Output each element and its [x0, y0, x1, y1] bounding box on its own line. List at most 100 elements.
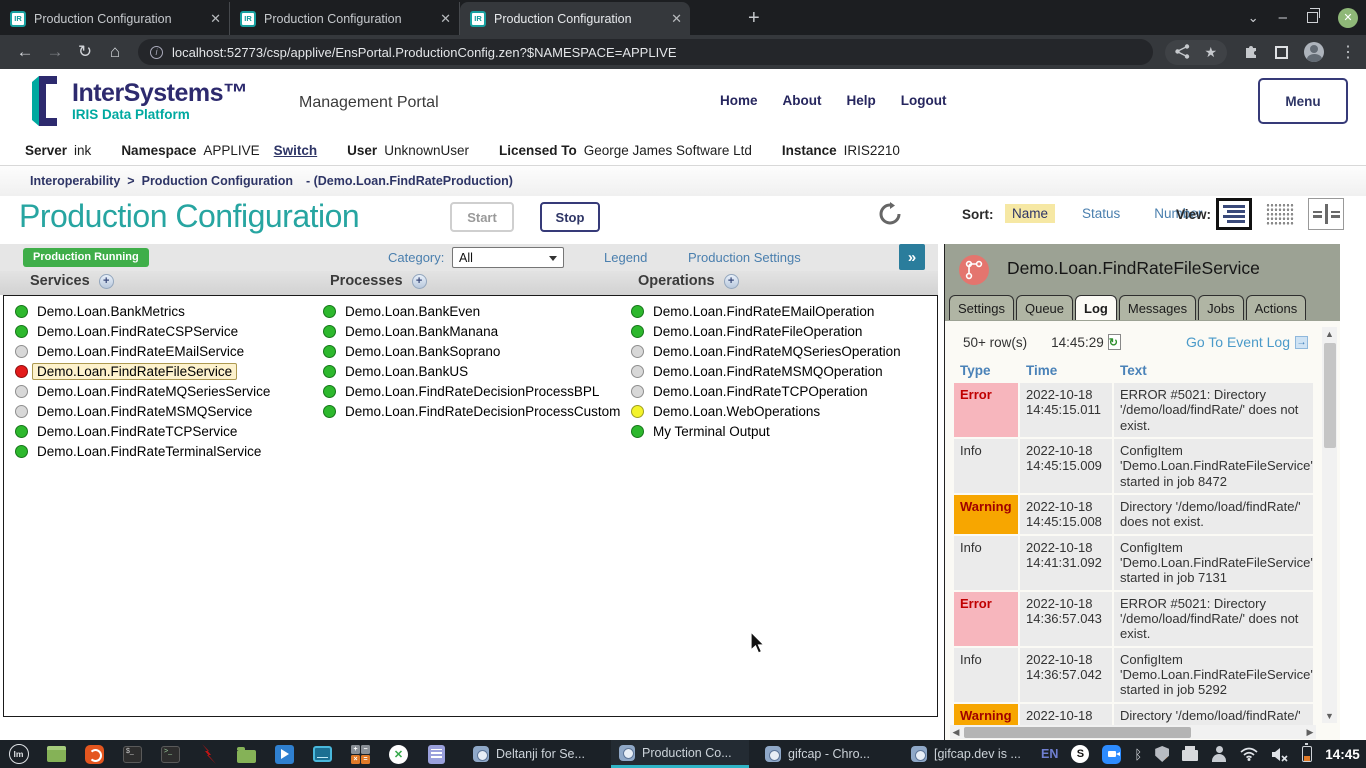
scroll-left-icon[interactable]: ◀	[950, 725, 962, 739]
security-shield-icon[interactable]	[1155, 746, 1169, 762]
printer-icon[interactable]	[1182, 750, 1198, 761]
panel-tab[interactable]: Actions	[1246, 295, 1307, 320]
service-name[interactable]: Demo.Loan.FindRateEMailService	[37, 344, 244, 359]
service-name[interactable]: Demo.Loan.FindRateTerminalService	[37, 444, 261, 459]
service-name[interactable]: Demo.Loan.FindRateCSPService	[37, 324, 238, 339]
auto-refresh-icon[interactable]: ↻	[1108, 334, 1121, 350]
operation-item[interactable]: Demo.Loan.WebOperations	[631, 401, 901, 421]
zoom-icon[interactable]	[1102, 745, 1121, 764]
log-row[interactable]: Error 2022-10-18 14:45:15.011 ERROR #502…	[954, 383, 1313, 437]
scroll-down-icon[interactable]: ▼	[1322, 709, 1337, 723]
col-type[interactable]: Type	[954, 361, 1018, 380]
terminal-icon[interactable]: $_	[122, 744, 143, 765]
process-name[interactable]: Demo.Loan.BankSoprano	[345, 344, 500, 359]
process-name[interactable]: Demo.Loan.BankManana	[345, 324, 498, 339]
process-item[interactable]: Demo.Loan.FindRateDecisionProcessBPL	[323, 381, 620, 401]
service-name[interactable]: Demo.Loan.FindRateMSMQService	[37, 404, 252, 419]
portal-nav-link[interactable]: Logout	[901, 93, 947, 108]
forward-button[interactable]: →	[40, 42, 70, 62]
operation-name[interactable]: Demo.Loan.FindRateTCPOperation	[653, 384, 868, 399]
legend-link[interactable]: Legend	[604, 250, 647, 265]
home-button[interactable]: ⌂	[100, 42, 130, 62]
process-item[interactable]: Demo.Loan.BankManana	[323, 321, 620, 341]
reading-list-icon[interactable]	[1275, 46, 1288, 59]
service-item[interactable]: Demo.Loan.BankMetrics	[15, 301, 270, 321]
service-item[interactable]: Demo.Loan.FindRateFileService	[15, 361, 270, 381]
profile-avatar[interactable]	[1304, 42, 1324, 62]
process-item[interactable]: Demo.Loan.BankSoprano	[323, 341, 620, 361]
browser-tab[interactable]: IR Production Configuration ✕	[230, 2, 460, 35]
extensions-puzzle-icon[interactable]	[1243, 44, 1259, 60]
operation-name[interactable]: Demo.Loan.FindRateEMailOperation	[653, 304, 874, 319]
taskbar-window-button[interactable]: Deltanji for Se...	[465, 740, 603, 768]
tab-close-icon[interactable]: ✕	[440, 11, 451, 27]
vscode-icon[interactable]	[274, 744, 295, 765]
log-row[interactable]: Warning 2022-10-18 14:45:15.008 Director…	[954, 495, 1313, 534]
menu-button[interactable]: Menu	[1258, 78, 1348, 124]
operation-item[interactable]: Demo.Loan.FindRateMSMQOperation	[631, 361, 901, 381]
panel-tab[interactable]: Messages	[1119, 295, 1196, 320]
menu-dots-icon[interactable]: ⋮	[1340, 42, 1356, 62]
taskbar-window-button[interactable]: Production Co...	[611, 740, 749, 768]
scrollbar-thumb[interactable]	[964, 727, 1191, 738]
process-item[interactable]: Demo.Loan.BankEven	[323, 301, 620, 321]
show-desktop-icon[interactable]	[46, 744, 67, 765]
process-name[interactable]: Demo.Loan.BankUS	[345, 364, 468, 379]
site-info-icon[interactable]: i	[150, 46, 163, 59]
service-item[interactable]: Demo.Loan.FindRateTCPService	[15, 421, 270, 441]
operation-name[interactable]: Demo.Loan.FindRateMQSeriesOperation	[653, 344, 901, 359]
reload-button[interactable]: ↻	[70, 42, 100, 62]
log-row[interactable]: Error 2022-10-18 14:36:57.043 ERROR #502…	[954, 592, 1313, 646]
taskbar-window-button[interactable]: gifcap - Chro...	[757, 740, 895, 768]
log-row[interactable]: Warning 2022-10-18 14:36:57.041 Director…	[954, 704, 1313, 725]
add-service-button[interactable]: +	[99, 274, 114, 289]
taskbar-window-button[interactable]: [gifcap.dev is ...	[903, 740, 1041, 768]
process-item[interactable]: Demo.Loan.BankUS	[323, 361, 620, 381]
col-time[interactable]: Time	[1020, 361, 1112, 380]
list-view-icon[interactable]	[1216, 198, 1252, 230]
panel-tab[interactable]: Queue	[1016, 295, 1073, 320]
files-folder-icon[interactable]	[236, 744, 257, 765]
scroll-up-icon[interactable]: ▲	[1322, 327, 1337, 341]
sort-option[interactable]: Status	[1075, 204, 1127, 223]
back-button[interactable]: ←	[10, 42, 40, 62]
expand-panel-button[interactable]: »	[899, 244, 925, 270]
tab-close-icon[interactable]: ✕	[210, 11, 221, 27]
bookmark-star-icon[interactable]: ★	[1204, 44, 1217, 61]
operation-item[interactable]: Demo.Loan.FindRateTCPOperation	[631, 381, 901, 401]
portal-nav-link[interactable]: About	[783, 93, 822, 108]
category-select[interactable]: All	[452, 247, 564, 268]
share-icon[interactable]	[1175, 44, 1190, 59]
tab-close-icon[interactable]: ✕	[671, 11, 682, 27]
log-row[interactable]: Info 2022-10-18 14:45:15.009 ConfigItem …	[954, 439, 1313, 493]
scrollbar-thumb[interactable]	[1324, 343, 1336, 448]
log-row[interactable]: Info 2022-10-18 14:41:31.092 ConfigItem …	[954, 536, 1313, 590]
service-name[interactable]: Demo.Loan.BankMetrics	[37, 304, 185, 319]
operation-item[interactable]: Demo.Loan.FindRateMQSeriesOperation	[631, 341, 901, 361]
notes-app-icon[interactable]	[426, 744, 447, 765]
process-name[interactable]: Demo.Loan.BankEven	[345, 304, 480, 319]
operation-item[interactable]: Demo.Loan.FindRateEMailOperation	[631, 301, 901, 321]
panel-tab[interactable]: Jobs	[1198, 295, 1243, 320]
tab-search-icon[interactable]: ⌄	[1248, 10, 1259, 26]
skype-icon[interactable]: S	[1071, 745, 1089, 763]
vertical-scrollbar[interactable]: ▲ ▼	[1322, 327, 1337, 723]
operation-name[interactable]: Demo.Loan.FindRateMSMQOperation	[653, 364, 883, 379]
new-tab-button[interactable]: +	[748, 7, 760, 30]
panel-tab[interactable]: Settings	[949, 295, 1014, 320]
sort-option[interactable]: Name	[1005, 204, 1055, 223]
minimize-button[interactable]: –	[1279, 9, 1287, 26]
volume-muted-icon[interactable]	[1271, 747, 1289, 762]
production-settings-link[interactable]: Production Settings	[688, 250, 801, 265]
add-operation-button[interactable]: +	[724, 274, 739, 289]
x-app-icon[interactable]: ✕	[388, 744, 409, 765]
operation-item[interactable]: Demo.Loan.FindRateFileOperation	[631, 321, 901, 341]
service-item[interactable]: Demo.Loan.FindRateTerminalService	[15, 441, 270, 461]
split-view-icon[interactable]	[1308, 198, 1344, 230]
add-process-button[interactable]: +	[412, 274, 427, 289]
operation-name[interactable]: My Terminal Output	[653, 424, 770, 439]
service-item[interactable]: Demo.Loan.FindRateEMailService	[15, 341, 270, 361]
service-name[interactable]: Demo.Loan.FindRateTCPService	[37, 424, 237, 439]
col-text[interactable]: Text	[1114, 361, 1313, 380]
start-button[interactable]: Start	[450, 202, 514, 232]
